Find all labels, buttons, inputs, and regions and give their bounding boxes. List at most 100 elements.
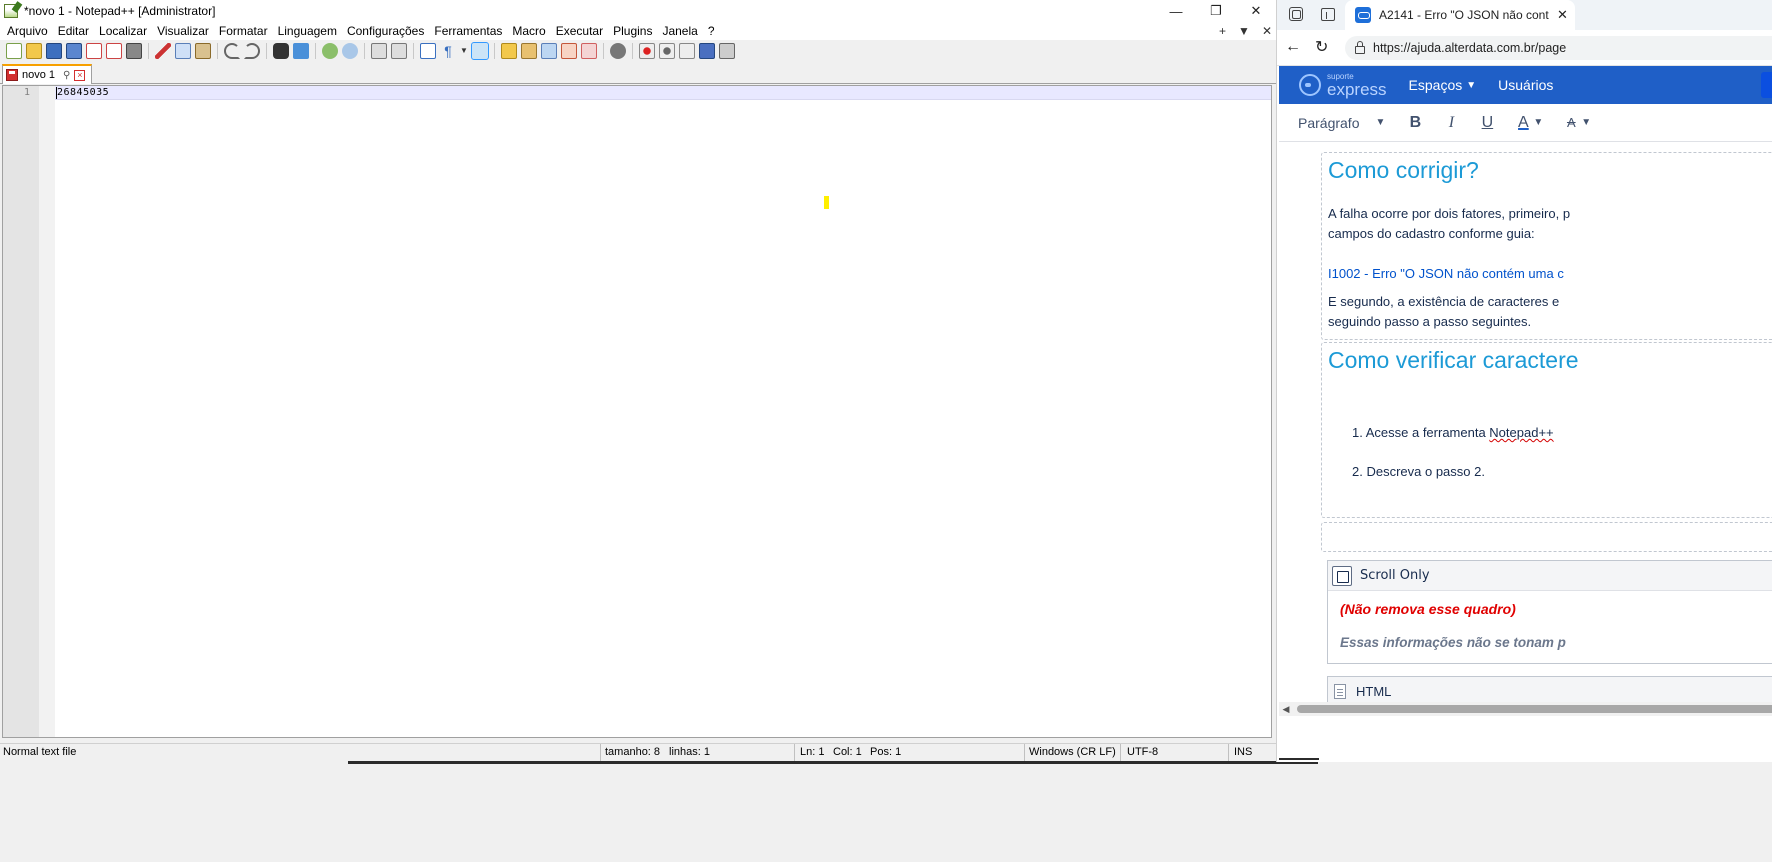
menu-arquivo[interactable]: Arquivo (2, 24, 53, 38)
copy-icon[interactable] (175, 43, 191, 59)
menu-editar[interactable]: Editar (53, 24, 94, 38)
suporte-express-logo[interactable]: suporte express (1327, 72, 1387, 98)
paragraph-line[interactable]: A falha ocorre por dois fatores, primeir… (1328, 204, 1570, 224)
menu-formatar[interactable]: Formatar (214, 24, 273, 38)
back-arrow-icon[interactable]: ← (1285, 38, 1301, 56)
warning-text[interactable]: (Não remova esse quadro) (1340, 601, 1516, 617)
scroll-only-macro[interactable]: Scroll Only (Não remova esse quadro) Ess… (1327, 560, 1772, 664)
info-text[interactable]: Essas informações não se tonam p (1340, 635, 1566, 650)
close-window-button[interactable]: ✕ (1236, 0, 1276, 22)
paragraph-style-select[interactable]: Parágrafo ▼ (1298, 115, 1385, 131)
new-file-icon[interactable] (6, 43, 22, 59)
list-item-step-1[interactable]: 1. Acesse a ferramenta Notepad++ (1352, 425, 1554, 440)
workspaces-icon[interactable] (1289, 7, 1303, 21)
horizontal-scrollbar[interactable]: ◀ (1279, 702, 1772, 716)
save-icon[interactable] (46, 43, 62, 59)
run-macro-multiple-icon[interactable] (699, 43, 715, 59)
record-macro-icon[interactable] (639, 43, 655, 59)
paragraph-line[interactable]: seguindo passo a passo seguintes. (1328, 312, 1531, 332)
paragraph-line[interactable]: campos do cadastro conforme guia: (1328, 224, 1535, 244)
status-insert-mode[interactable]: INS (1234, 746, 1252, 758)
chevron-down-icon[interactable]: ▼ (460, 43, 468, 59)
menu-plugins[interactable]: Plugins (608, 24, 657, 38)
scrollbar-thumb[interactable] (1297, 705, 1772, 713)
underline-button[interactable]: U (1479, 114, 1495, 132)
empty-section[interactable] (1321, 522, 1772, 552)
close-tab-icon[interactable]: ✕ (1557, 7, 1568, 23)
page-editor-content[interactable]: Como corrigir? A falha ocorre por dois f… (1279, 142, 1772, 702)
folder-workspace-icon[interactable] (581, 43, 597, 59)
heading-como-verificar[interactable]: Como verificar caractere (1328, 347, 1579, 374)
monitoring-icon[interactable] (610, 43, 626, 59)
bold-button[interactable]: B (1407, 114, 1423, 132)
paste-icon[interactable] (195, 43, 211, 59)
redo-icon[interactable] (244, 43, 260, 59)
status-encoding[interactable]: UTF-8 (1127, 746, 1158, 758)
undo-icon[interactable] (224, 43, 240, 59)
suporte-express-logo-icon[interactable] (1299, 74, 1321, 96)
menu-help[interactable]: ? (703, 24, 720, 38)
indent-guide-icon[interactable] (471, 42, 489, 60)
menu-linguagem[interactable]: Linguagem (273, 24, 342, 38)
status-eol[interactable]: Windows (CR LF) (1029, 746, 1116, 758)
menu-executar[interactable]: Executar (551, 24, 608, 38)
section-como-verificar[interactable]: Como verificar caractere 1. Acesse a fer… (1321, 342, 1772, 518)
menu-macro[interactable]: Macro (507, 24, 550, 38)
list-item-step-2[interactable]: 2. Descreva o passo 2. (1352, 464, 1485, 479)
tab-actions-icon[interactable] (1321, 8, 1335, 21)
word-wrap-icon[interactable] (420, 43, 436, 59)
reload-icon[interactable]: ↻ (1315, 37, 1328, 57)
tab-novo-1[interactable]: novo 1 ⚲ × (2, 64, 92, 84)
close-doc-button[interactable]: ✕ (1262, 24, 1272, 38)
chevron-down-icon[interactable]: ▼ (1581, 117, 1591, 128)
macro-header[interactable]: Scroll Only (1328, 561, 1772, 591)
sync-vertical-icon[interactable] (371, 43, 387, 59)
menu-janela[interactable]: Janela (657, 24, 702, 38)
scroll-left-icon[interactable]: ◀ (1279, 702, 1293, 716)
menu-ferramentas[interactable]: Ferramentas (429, 24, 507, 38)
section-como-corrigir[interactable]: Como corrigir? A falha ocorre por dois f… (1321, 152, 1772, 340)
lock-icon[interactable] (1355, 40, 1365, 54)
cut-icon[interactable] (155, 43, 171, 59)
link-i1002[interactable]: I1002 - Erro "O JSON não contém uma c (1328, 266, 1564, 281)
nav-spaces[interactable]: Espaços ▼ (1409, 77, 1477, 93)
save-all-icon[interactable] (66, 43, 82, 59)
close-file-icon[interactable] (86, 43, 102, 59)
doc-list-icon[interactable] (541, 43, 557, 59)
close-all-icon[interactable] (106, 43, 122, 59)
spellcheck-word[interactable]: Notepad++ (1489, 425, 1553, 440)
text-color-button[interactable]: A (1515, 114, 1531, 132)
save-macro-icon[interactable] (719, 43, 735, 59)
menu-visualizar[interactable]: Visualizar (152, 24, 214, 38)
close-tab-icon[interactable]: × (74, 69, 86, 81)
zoom-in-icon[interactable] (322, 43, 338, 59)
heading-como-corrigir[interactable]: Como corrigir? (1328, 157, 1479, 184)
url-text[interactable]: https://ajuda.alterdata.com.br/page (1373, 41, 1566, 55)
zoom-out-icon[interactable] (342, 43, 358, 59)
html-macro[interactable]: HTML (1327, 676, 1772, 702)
find-icon[interactable] (273, 43, 289, 59)
minimize-button[interactable]: — (1156, 0, 1196, 22)
pin-icon[interactable]: ⚲ (63, 70, 70, 81)
paragraph-line[interactable]: E segundo, a existência de caracteres e (1328, 292, 1559, 312)
create-button[interactable] (1761, 72, 1772, 98)
new-tab-button[interactable]: + (1219, 24, 1226, 38)
restore-button[interactable]: ❐ (1196, 0, 1236, 22)
sync-horizontal-icon[interactable] (391, 43, 407, 59)
define-language-icon[interactable] (501, 43, 517, 59)
more-formatting-button[interactable]: A (1563, 115, 1579, 130)
menu-configuracoes[interactable]: Configurações (342, 24, 429, 38)
chevron-down-icon[interactable]: ▼ (1533, 117, 1543, 128)
stop-macro-icon[interactable] (659, 43, 675, 59)
editor-text-line-1[interactable]: 26845035 (57, 87, 109, 98)
doc-map-icon[interactable] (521, 43, 537, 59)
text-editor[interactable]: 1 26845035 (2, 85, 1272, 738)
function-list-icon[interactable] (561, 43, 577, 59)
url-input[interactable]: https://ajuda.alterdata.com.br/page (1345, 36, 1772, 60)
print-icon[interactable] (126, 43, 142, 59)
play-macro-icon[interactable] (679, 43, 695, 59)
browser-tab-active[interactable]: A2141 - Erro "O JSON não contém ✕ (1345, 0, 1575, 30)
menu-localizar[interactable]: Localizar (94, 24, 152, 38)
nav-users[interactable]: Usuários (1498, 77, 1553, 93)
show-all-chars-icon[interactable]: ¶ (440, 43, 456, 59)
